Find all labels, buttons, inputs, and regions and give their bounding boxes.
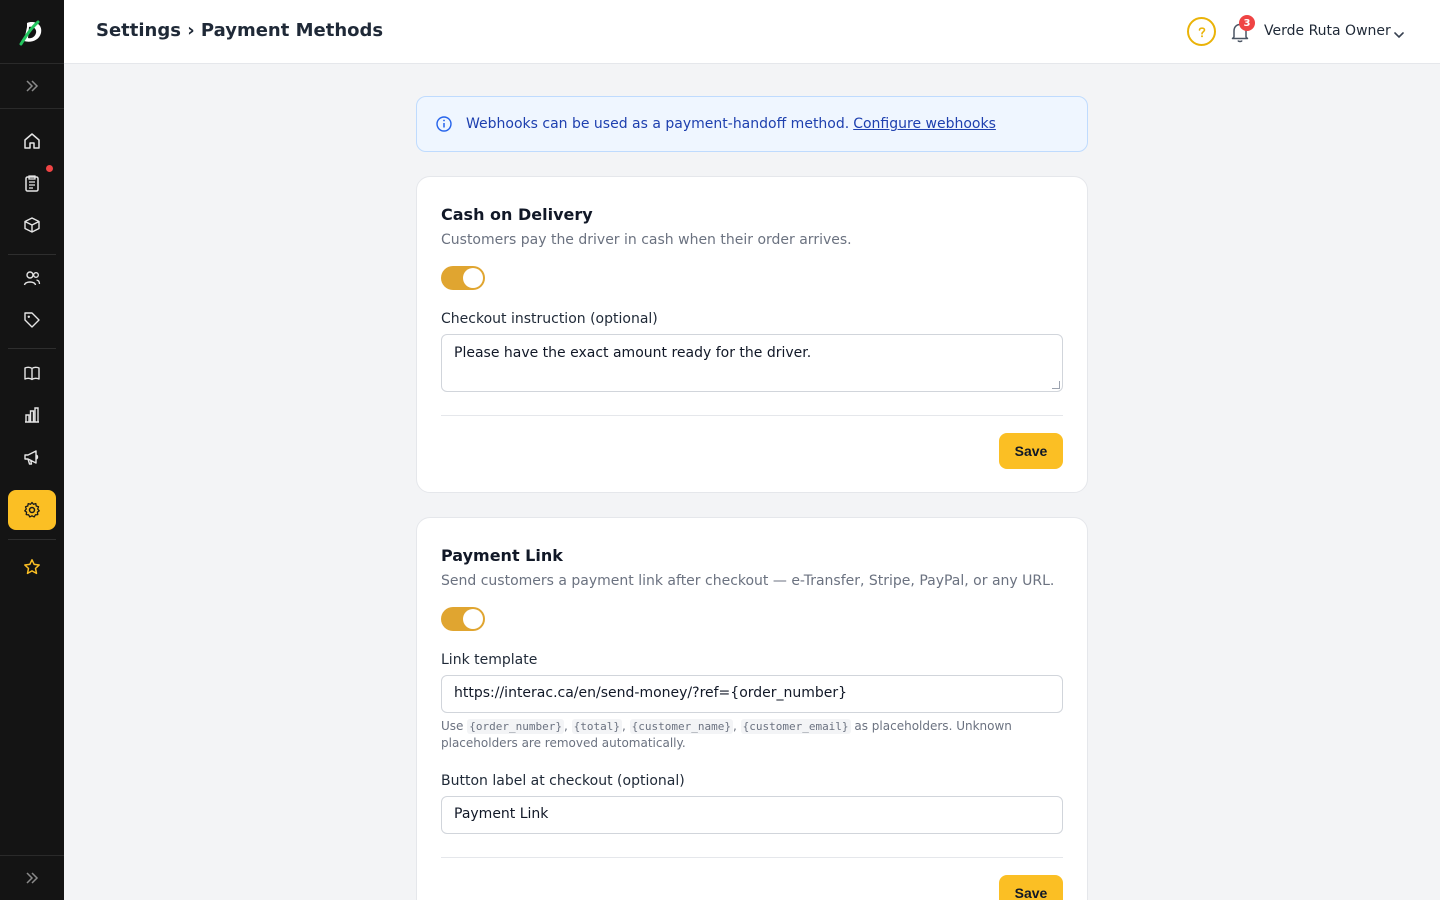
toggle-knob: [463, 609, 483, 629]
tag-icon: [24, 312, 40, 328]
link-template-value: https://interac.ca/en/send-money/?ref={o…: [454, 685, 848, 701]
payment-link-card: Payment Link Send customers a payment li…: [416, 517, 1088, 900]
clipboard-list-icon: [25, 175, 39, 192]
checkout-instruction-textarea[interactable]: Please have the exact amount ready for t…: [441, 334, 1063, 392]
sidebar: [0, 0, 64, 900]
placeholder-code: {customer_email}: [740, 719, 851, 734]
chevrons-right-icon: [26, 872, 39, 884]
link-template-label: Link template: [441, 652, 538, 668]
sidebar-item-home[interactable]: [8, 121, 56, 161]
sidebar-item-tags[interactable]: [8, 300, 56, 340]
megaphone-icon: [24, 450, 39, 465]
top-header: Settings › Payment Methods 3 Verde Ruta …: [64, 0, 1440, 64]
book-open-icon: [24, 366, 40, 381]
placeholder-code: {total}: [571, 719, 622, 734]
users-icon: [23, 271, 41, 286]
button-label-value: Payment Link: [454, 806, 549, 822]
breadcrumb: Settings › Payment Methods: [96, 20, 384, 41]
help-button[interactable]: [1187, 17, 1216, 46]
sidebar-expand-button[interactable]: [0, 64, 64, 109]
placeholder-code: {order_number}: [467, 719, 564, 734]
save-button[interactable]: Save: [999, 875, 1063, 900]
star-icon: [24, 559, 40, 575]
sidebar-divider: [8, 348, 56, 349]
payment-link-toggle[interactable]: [441, 607, 485, 631]
toggle-knob: [463, 268, 483, 288]
link-template-input[interactable]: https://interac.ca/en/send-money/?ref={o…: [441, 675, 1063, 713]
configure-webhooks-link[interactable]: Configure webhooks: [853, 116, 996, 132]
gear-icon: [24, 501, 40, 518]
button-label-input[interactable]: Payment Link: [441, 796, 1063, 834]
user-menu-name[interactable]: Verde Ruta Owner: [1264, 23, 1391, 39]
resize-handle[interactable]: [1052, 381, 1060, 389]
cash-on-delivery-card: Cash on Delivery Customers pay the drive…: [416, 176, 1088, 493]
checkout-instruction-value: Please have the exact amount ready for t…: [454, 345, 812, 361]
placeholder-code: {customer_name}: [629, 719, 733, 734]
card-title: Payment Link: [441, 546, 563, 565]
bar-chart-icon: [25, 407, 39, 423]
cash-on-delivery-toggle[interactable]: [441, 266, 485, 290]
info-banner: Webhooks can be used as a payment-handof…: [416, 96, 1088, 152]
cube-icon: [24, 217, 40, 233]
sidebar-item-marketing[interactable]: [8, 437, 56, 477]
sidebar-item-settings[interactable]: [8, 490, 56, 530]
banner-text: Webhooks can be used as a payment-handof…: [466, 116, 850, 132]
brand-logo-icon: [19, 20, 42, 45]
placeholder-hint: Use {order_number}, {total}, {customer_n…: [441, 719, 1012, 750]
card-title: Cash on Delivery: [441, 205, 593, 224]
card-subtitle: Customers pay the driver in cash when th…: [441, 232, 852, 248]
hint-prefix: Use: [441, 719, 464, 733]
home-icon: [24, 133, 40, 149]
sidebar-item-customers[interactable]: [8, 258, 56, 298]
card-divider: [441, 415, 1063, 416]
sidebar-divider: [8, 254, 56, 255]
chevrons-right-icon: [26, 80, 39, 92]
sidebar-item-reports[interactable]: [8, 395, 56, 435]
orders-notification-dot: [46, 165, 53, 172]
brand-logo[interactable]: [0, 0, 64, 64]
sidebar-collapse-toggle[interactable]: [0, 855, 64, 900]
question-icon: [1198, 26, 1205, 37]
sidebar-divider: [8, 539, 56, 540]
button-label-label: Button label at checkout (optional): [441, 773, 685, 789]
card-subtitle: Send customers a payment link after chec…: [441, 573, 1055, 589]
notification-count-badge: 3: [1239, 15, 1255, 31]
chevron-down-icon: [1394, 32, 1404, 39]
user-menu-toggle[interactable]: [1393, 26, 1405, 45]
save-button[interactable]: Save: [999, 433, 1063, 469]
sidebar-item-favorites[interactable]: [8, 547, 56, 587]
sidebar-item-catalog[interactable]: [8, 353, 56, 393]
card-divider: [441, 857, 1063, 858]
checkout-instruction-label: Checkout instruction (optional): [441, 311, 658, 327]
info-icon: [435, 115, 453, 133]
sidebar-item-products[interactable]: [8, 205, 56, 245]
